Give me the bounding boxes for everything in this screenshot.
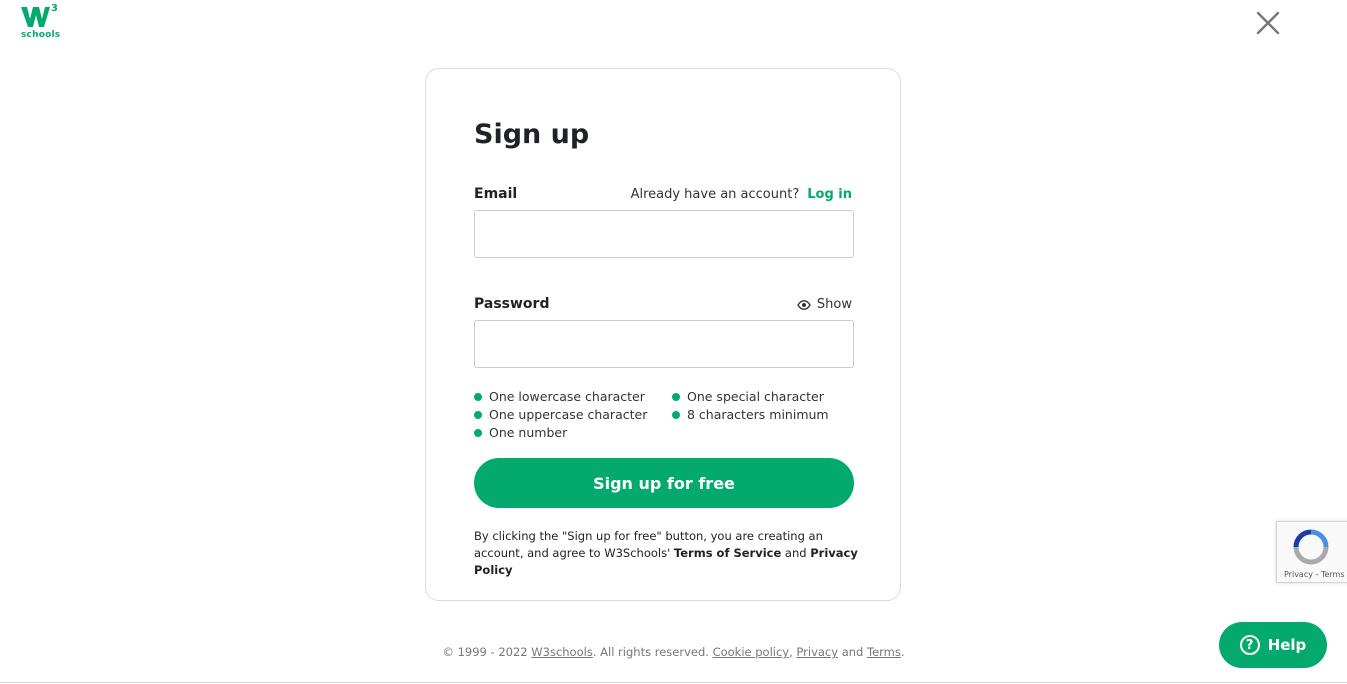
- requirement-text: One uppercase character: [489, 407, 648, 422]
- bullet-dot-icon: [474, 428, 482, 437]
- signup-button[interactable]: Sign up for free: [474, 458, 854, 508]
- footer-period: .: [900, 645, 905, 659]
- close-button[interactable]: [1253, 8, 1283, 38]
- eye-icon: [797, 299, 811, 310]
- already-have-account-text: Already have an account?: [630, 187, 800, 202]
- email-field[interactable]: [474, 210, 854, 258]
- requirement-text: One special character: [687, 389, 824, 404]
- recaptcha-links[interactable]: Privacy - Terms: [1284, 570, 1345, 579]
- footer-comma: ,: [789, 645, 793, 659]
- legal-and: and: [784, 546, 807, 560]
- bullet-dot-icon: [474, 410, 482, 419]
- legal-text: By clicking the "Sign up for free" butto…: [474, 528, 859, 579]
- question-icon: ?: [1239, 635, 1260, 655]
- login-link[interactable]: Log in: [807, 187, 852, 202]
- requirement-text: One number: [489, 425, 568, 440]
- terms-link[interactable]: Terms: [867, 645, 901, 659]
- help-button[interactable]: ? Help: [1219, 622, 1327, 668]
- page-title: Sign up: [474, 119, 590, 150]
- email-label: Email: [474, 186, 518, 202]
- recaptcha-badge[interactable]: Privacy - Terms: [1276, 521, 1347, 583]
- w3schools-logo[interactable]: 3 schools: [20, 3, 62, 41]
- help-label: Help: [1267, 636, 1307, 654]
- rights-text: . All rights reserved.: [592, 645, 709, 659]
- show-password-toggle[interactable]: Show: [797, 297, 852, 312]
- w3schools-link[interactable]: W3schools: [531, 645, 593, 659]
- terms-of-service-link[interactable]: Terms of Service: [674, 546, 781, 560]
- cookie-policy-link[interactable]: Cookie policy: [713, 645, 790, 659]
- logo-wordmark: schools: [21, 30, 61, 40]
- requirement-text: 8 characters minimum: [687, 407, 829, 422]
- password-label: Password: [474, 296, 550, 312]
- bullet-dot-icon: [672, 410, 680, 419]
- requirement-item: One lowercase character: [474, 389, 645, 404]
- footer-and: and: [841, 645, 864, 659]
- requirement-item: One special character: [672, 389, 824, 404]
- logo-superscript: 3: [51, 3, 58, 14]
- bullet-dot-icon: [474, 392, 482, 401]
- footer: © 1999 - 2022 W3schools. All rights rese…: [0, 645, 1347, 659]
- show-label: Show: [816, 297, 852, 312]
- requirement-item: One uppercase character: [474, 407, 647, 422]
- login-prompt: Already have an account? Log in: [631, 187, 852, 202]
- requirement-item: One number: [474, 425, 567, 440]
- copyright-text: © 1999 - 2022: [442, 645, 528, 659]
- w3schools-logo-icon: [21, 7, 50, 27]
- requirement-item: 8 characters minimum: [672, 407, 829, 422]
- recaptcha-icon: [1293, 529, 1329, 565]
- password-field[interactable]: [474, 320, 854, 368]
- bullet-dot-icon: [672, 392, 680, 401]
- divider: [0, 682, 1347, 683]
- close-icon: [1256, 11, 1280, 35]
- privacy-link[interactable]: Privacy: [796, 645, 838, 659]
- requirement-text: One lowercase character: [489, 389, 645, 404]
- signup-card: Sign up Email Already have an account? Lo…: [425, 68, 901, 601]
